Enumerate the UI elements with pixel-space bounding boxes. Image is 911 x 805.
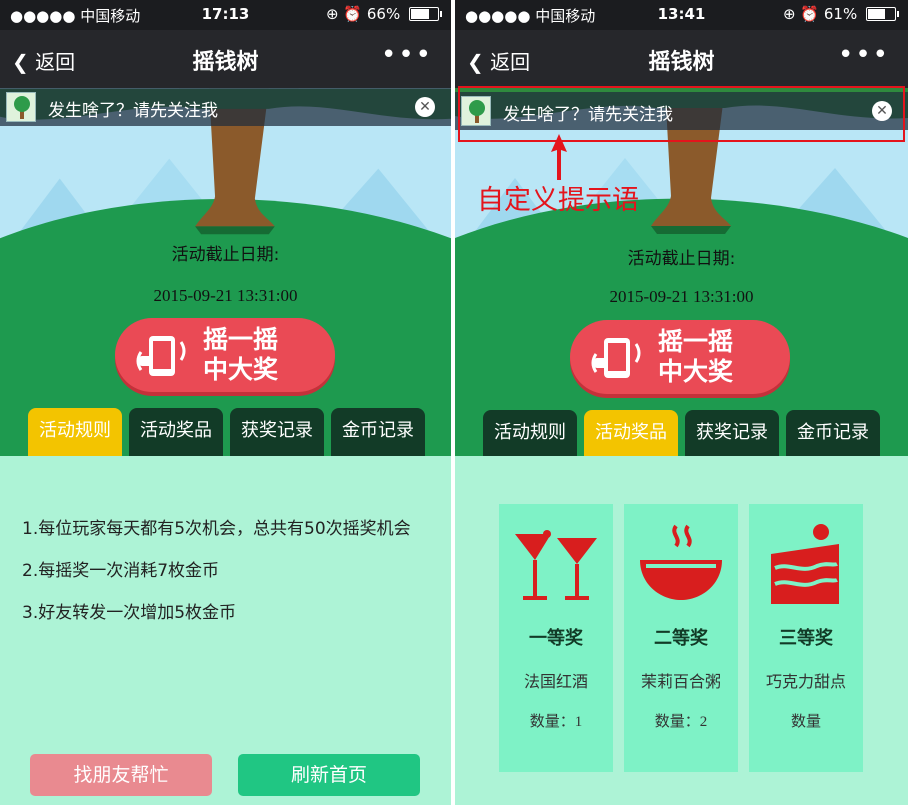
status-bar: ●●●●● 中国移动 17:13 ⊕ ⏰ 66% <box>0 0 451 30</box>
battery-icon <box>409 7 442 21</box>
close-notice-icon[interactable]: ✕ <box>415 97 435 117</box>
annotation-highlight-box <box>458 86 905 142</box>
cocktail-icon <box>515 530 597 600</box>
tab-coins[interactable]: 金币记录 <box>331 408 425 458</box>
phone-screen-prizes: ●●●●● 中国移动 13:41 ⊕ ⏰ 61% ❮ 返回 摇钱树 ••• 发生… <box>455 0 908 805</box>
refresh-home-button[interactable]: 刷新首页 <box>238 754 420 796</box>
rules-list: 1.每位玩家每天都有5次机会，总共有50次摇奖机会 2.每摇奖一次消耗7枚金币 … <box>22 508 432 634</box>
notice-thumbnail-icon <box>6 92 36 122</box>
rule-item: 3.好友转发一次增加5枚金币 <box>22 603 237 623</box>
rule-item: 1.每位玩家每天都有5次机会，总共有50次摇奖机会 <box>22 519 411 539</box>
battery-status: ⊕ ⏰ 61% <box>783 5 899 23</box>
prize-card[interactable]: 三等奖 巧克力甜点 数量 <box>749 504 863 772</box>
prize-card[interactable]: 一等奖 法国红酒 数量：1 <box>499 504 613 772</box>
tab-winners[interactable]: 获奖记录 <box>685 410 779 460</box>
shake-button[interactable]: 摇一摇 中大奖 <box>115 318 335 392</box>
tab-bar: 活动规则 活动奖品 获奖记录 金币记录 <box>455 410 908 460</box>
more-menu-button[interactable]: ••• <box>381 40 433 70</box>
alarm-icon: ⏰ <box>800 5 820 23</box>
shake-button-line2: 中大奖 <box>203 355 279 384</box>
annotation-arrow-icon <box>551 134 567 180</box>
shake-button-line1: 摇一摇 <box>658 327 734 356</box>
annotation-label: 自定义提示语 <box>477 185 639 216</box>
follow-notice-banner[interactable]: 发生啥了？请先关注我 ✕ <box>0 88 451 126</box>
battery-percent: 61% <box>823 5 858 23</box>
prize-name: 茉莉百合粥 <box>640 674 721 691</box>
tab-coins[interactable]: 金币记录 <box>786 410 880 460</box>
prize-name: 巧克力甜点 <box>765 674 846 691</box>
rules-panel: 1.每位玩家每天都有5次机会，总共有50次摇奖机会 2.每摇奖一次消耗7枚金币 … <box>0 456 451 805</box>
shake-button[interactable]: 摇一摇 中大奖 <box>570 320 790 394</box>
prize-rank: 一等奖 <box>529 628 583 649</box>
notice-text: 发生啥了？请先关注我 <box>48 101 218 121</box>
phone-shake-icon <box>591 338 641 378</box>
lock-rotation-icon: ⊕ <box>783 5 796 23</box>
tab-prizes[interactable]: 活动奖品 <box>584 410 678 460</box>
prizes-panel: 一等奖 法国红酒 数量：1 二等奖 茉莉百合粥 数量：2 三等奖 巧克力甜点 数… <box>455 456 908 805</box>
rule-item: 2.每摇奖一次消耗7枚金币 <box>22 561 220 581</box>
tab-rules[interactable]: 活动规则 <box>28 408 122 458</box>
tab-prizes[interactable]: 活动奖品 <box>129 408 223 458</box>
prize-card[interactable]: 二等奖 茉莉百合粥 数量：2 <box>624 504 738 772</box>
shake-button-line2: 中大奖 <box>658 357 734 386</box>
prize-quantity: 数量：1 <box>529 714 583 730</box>
cake-icon <box>771 524 839 604</box>
prize-name: 法国红酒 <box>523 674 588 691</box>
deadline-label: 活动截止日期: <box>171 245 280 265</box>
tab-bar: 活动规则 活动奖品 获奖记录 金币记录 <box>0 408 451 458</box>
tab-winners[interactable]: 获奖记录 <box>230 408 324 458</box>
shake-button-line1: 摇一摇 <box>203 325 279 354</box>
battery-percent: 66% <box>366 5 401 23</box>
battery-status: ⊕ ⏰ 66% <box>326 5 442 23</box>
deadline-value: 2015-09-21 13:31:00 <box>609 287 754 306</box>
soup-bowl-icon <box>640 524 722 600</box>
deadline-label: 活动截止日期: <box>627 249 736 269</box>
nav-bar: ❮ 返回 摇钱树 ••• <box>455 30 908 88</box>
tab-rules[interactable]: 活动规则 <box>483 410 577 460</box>
prize-quantity: 数量：2 <box>654 714 708 730</box>
phone-screen-rules: ●●●●● 中国移动 17:13 ⊕ ⏰ 66% ❮ 返回 摇钱树 ••• 发生… <box>0 0 453 805</box>
prize-rank: 二等奖 <box>654 628 708 649</box>
status-bar: ●●●●● 中国移动 13:41 ⊕ ⏰ 61% <box>455 0 908 30</box>
nav-bar: ❮ 返回 摇钱树 ••• <box>0 30 451 88</box>
lock-rotation-icon: ⊕ <box>326 5 339 23</box>
find-friends-help-button[interactable]: 找朋友帮忙 <box>30 754 212 796</box>
prize-rank: 三等奖 <box>779 628 833 649</box>
phone-shake-icon <box>136 336 186 376</box>
alarm-icon: ⏰ <box>343 5 363 23</box>
battery-icon <box>866 7 899 21</box>
deadline-value: 2015-09-21 13:31:00 <box>153 286 298 305</box>
prize-quantity: 数量 <box>790 714 821 730</box>
more-menu-button[interactable]: ••• <box>838 40 890 70</box>
